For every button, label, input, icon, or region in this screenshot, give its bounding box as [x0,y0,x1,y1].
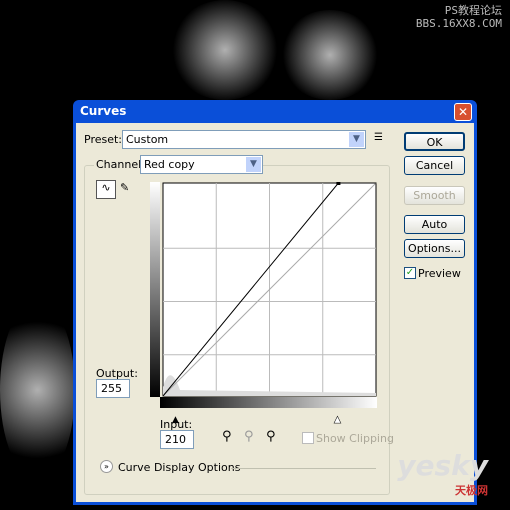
preset-label: Preset: [84,133,123,146]
dialog-title: Curves [80,104,127,118]
channel-select[interactable]: Red copy ▼ [140,155,263,174]
preset-select[interactable]: Custom ▼ [122,130,366,149]
watermark-line2: BBS.16XX8.COM [415,17,502,30]
channel-label: Channel: [94,158,147,171]
gray-eyedropper-icon[interactable]: ⚲ [244,429,254,444]
smoke-image [280,10,380,100]
auto-button[interactable]: Auto [404,215,465,234]
curves-dialog: Curves ✕ Preset: Custom ▼ ☰ Channel: Red … [73,100,477,505]
white-point-slider[interactable]: ▲ [334,415,341,426]
curve-graph[interactable] [150,182,378,410]
logo-subtext: 天极网 [455,484,488,497]
options-button[interactable]: Options... [404,239,465,258]
expand-chevron-icon[interactable]: » [100,460,113,473]
channel-value: Red copy [144,158,195,171]
preview-checkbox[interactable]: ✓ [404,267,416,279]
watermark: PS教程论坛 BBS.16XX8.COM [416,4,502,30]
pencil-icon[interactable]: ✎ [120,181,129,194]
input-field[interactable]: 210 [160,430,194,449]
logo-text: yesky [397,449,488,482]
show-clipping-label: Show Clipping [316,432,394,445]
chevron-down-icon: ▼ [349,132,364,147]
preset-options-icon[interactable]: ☰ [374,132,383,143]
divider [231,468,376,469]
preview-label: Preview [418,267,461,280]
ok-button[interactable]: OK [404,132,465,151]
input-gradient-bar [160,397,377,408]
black-eyedropper-icon[interactable]: ⚲ [222,429,232,444]
smoke-image [0,300,75,480]
curve-icon: ∿ [101,181,111,194]
white-eyedropper-icon[interactable]: ⚲ [266,429,276,444]
preset-value: Custom [126,133,169,146]
output-field[interactable]: 255 [96,379,130,398]
cancel-button[interactable]: Cancel [404,156,465,175]
yesky-logo: yesky 天极网 [397,449,488,498]
curve-display-options-label[interactable]: Curve Display Options [118,461,240,474]
curve-control-point[interactable] [336,182,341,185]
smoke-image [170,0,280,100]
output-gradient-bar [150,182,160,397]
smooth-button[interactable]: Smooth [404,186,465,205]
close-button[interactable]: ✕ [454,103,472,121]
curve-tool-button[interactable]: ∿ [96,180,116,199]
chevron-down-icon: ▼ [246,157,261,172]
watermark-line1: PS教程论坛 [444,4,502,17]
show-clipping-checkbox[interactable] [302,432,314,444]
